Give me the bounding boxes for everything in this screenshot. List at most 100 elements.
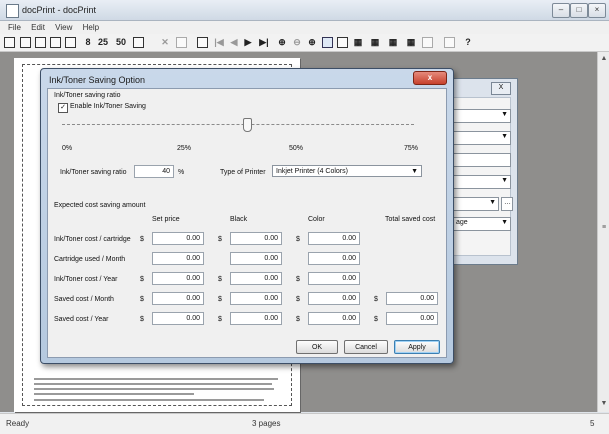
currency-symbol: $ [140,296,144,303]
previous-page-icon[interactable]: ◀ [229,36,239,49]
menu-file[interactable]: File [8,23,21,32]
print-icon[interactable] [20,37,31,48]
currency-symbol: $ [296,296,300,303]
next-page-icon[interactable]: ▶ [243,36,253,49]
color-input[interactable]: 0.00 [308,252,360,265]
zoom-fit-icon[interactable]: ⊕ [306,36,318,49]
single-page-icon[interactable] [322,37,333,48]
chevron-down-icon: ▼ [501,111,508,118]
chevron-down-icon: ▼ [489,199,496,206]
dialog-close-button[interactable]: x [413,71,447,85]
toolbar: 8 25 50 ✕ |◀ ◀ ▶ ▶| ⊕ ⊖ ⊕ ▦ ▦ ▦ ▦ ? [0,34,609,52]
help-icon[interactable]: ? [463,36,473,49]
copy-icon[interactable] [176,37,187,48]
first-page-icon[interactable]: |◀ [214,36,224,49]
tick-label: 50% [289,145,304,152]
four-page-icon[interactable]: ▦ [352,36,364,49]
last-page-icon[interactable]: ▶| [258,36,270,49]
currency-symbol: $ [218,236,222,243]
total-saved-input: 0.00 [386,292,438,305]
cut-icon[interactable]: ✕ [160,36,170,49]
currency-symbol: $ [218,276,222,283]
status-bar: Ready 3 pages 5 [0,413,609,434]
printer-settings-icon[interactable] [50,37,61,48]
vertical-scrollbar[interactable]: ▲ ≡ ▼ [597,52,609,412]
black-input[interactable]: 0.00 [230,252,282,265]
zoom-out-icon[interactable]: ⊖ [291,36,303,49]
color-input: 0.00 [308,312,360,325]
zoom-50-button[interactable]: 50 [114,36,128,49]
set-price-input: 0.00 [152,272,204,285]
saving-ratio-slider[interactable] [62,124,414,127]
scroll-down-icon[interactable]: ▼ [600,400,608,408]
status-text: Ready [6,419,30,428]
settings-icon[interactable] [422,37,433,48]
printer-type-select[interactable]: Inkjet Printer (4 Colors) ▼ [272,165,422,177]
browse-button[interactable]: … [501,197,513,211]
minimize-button[interactable]: – [552,3,570,18]
title-bar: docPrint - docPrint – □ × [0,0,609,21]
ratio-label: Ink/Toner saving ratio [60,169,127,176]
save-icon[interactable] [4,37,15,48]
set-price-input[interactable]: 0.00 [152,232,204,245]
currency-symbol: $ [296,276,300,283]
send-icon[interactable] [65,37,76,48]
row-label: Ink/Toner cost / cartridge [54,236,131,243]
currency-symbol: $ [218,316,222,323]
close-window-button[interactable]: × [588,3,606,18]
set-price-input[interactable]: 0.00 [152,252,204,265]
zoom-25-button[interactable]: 25 [96,36,110,49]
scroll-up-icon[interactable]: ▲ [600,55,608,63]
background-dialog-close-button[interactable]: X [491,82,511,95]
menu-bar: File Edit View Help [0,21,609,34]
grid-page-icon[interactable]: ▦ [404,36,418,49]
total-saved-input: 0.00 [386,312,438,325]
page-count: 3 pages [252,419,281,428]
color-input: 0.00 [308,272,360,285]
options-icon[interactable] [444,37,455,48]
zoom-in-icon[interactable]: ⊕ [276,36,288,49]
two-page-icon[interactable] [337,37,348,48]
pages-icon[interactable] [197,37,208,48]
black-input: 0.00 [230,292,282,305]
eight-page-icon[interactable]: ▦ [386,36,400,49]
tick-label: 25% [177,145,192,152]
ratio-input[interactable]: 40 [134,165,174,178]
row-label: Ink/Toner cost / Year [54,276,118,283]
chevron-down-icon: ▼ [501,177,508,184]
currency-symbol: $ [374,296,378,303]
currency-symbol: $ [296,316,300,323]
color-input[interactable]: 0.00 [308,232,360,245]
zoom-8-button[interactable]: 8 [84,36,92,49]
chevron-down-icon: ▼ [501,219,508,226]
ok-button[interactable]: OK [296,340,338,354]
ratio-group-label: Ink/Toner saving ratio [54,92,121,99]
set-price-input: 0.00 [152,292,204,305]
printer-type-label: Type of Printer [220,169,266,176]
apply-button[interactable]: Apply [394,340,440,354]
black-input[interactable]: 0.00 [230,232,282,245]
row-label: Saved cost / Year [54,316,109,323]
menu-edit[interactable]: Edit [31,23,45,32]
set-price-input: 0.00 [152,312,204,325]
maximize-button[interactable]: □ [570,3,588,18]
currency-symbol: $ [140,236,144,243]
docprint-window: docPrint - docPrint – □ × File Edit View… [0,0,609,434]
menu-view[interactable]: View [55,23,72,32]
slider-thumb[interactable] [243,118,253,132]
page-text-line [34,388,274,390]
scroll-grip-icon[interactable]: ≡ [600,224,608,232]
six-page-icon[interactable]: ▦ [368,36,382,49]
print-preview-icon[interactable] [35,37,46,48]
currency-symbol: $ [218,296,222,303]
status-page-number: 5 [590,419,595,428]
cancel-button[interactable]: Cancel [344,340,388,354]
row-label: Cartridge used / Month [54,256,126,263]
menu-help[interactable]: Help [83,23,99,32]
column-color: Color [308,216,325,223]
enable-saving-checkbox[interactable]: ✓ [58,103,68,113]
column-black: Black [230,216,248,223]
dialog-title: Ink/Toner Saving Option [49,75,146,85]
fit-icon[interactable] [133,37,144,48]
dialog-body: Ink/Toner saving ratio ✓ Enable Ink/Tone… [47,88,447,358]
